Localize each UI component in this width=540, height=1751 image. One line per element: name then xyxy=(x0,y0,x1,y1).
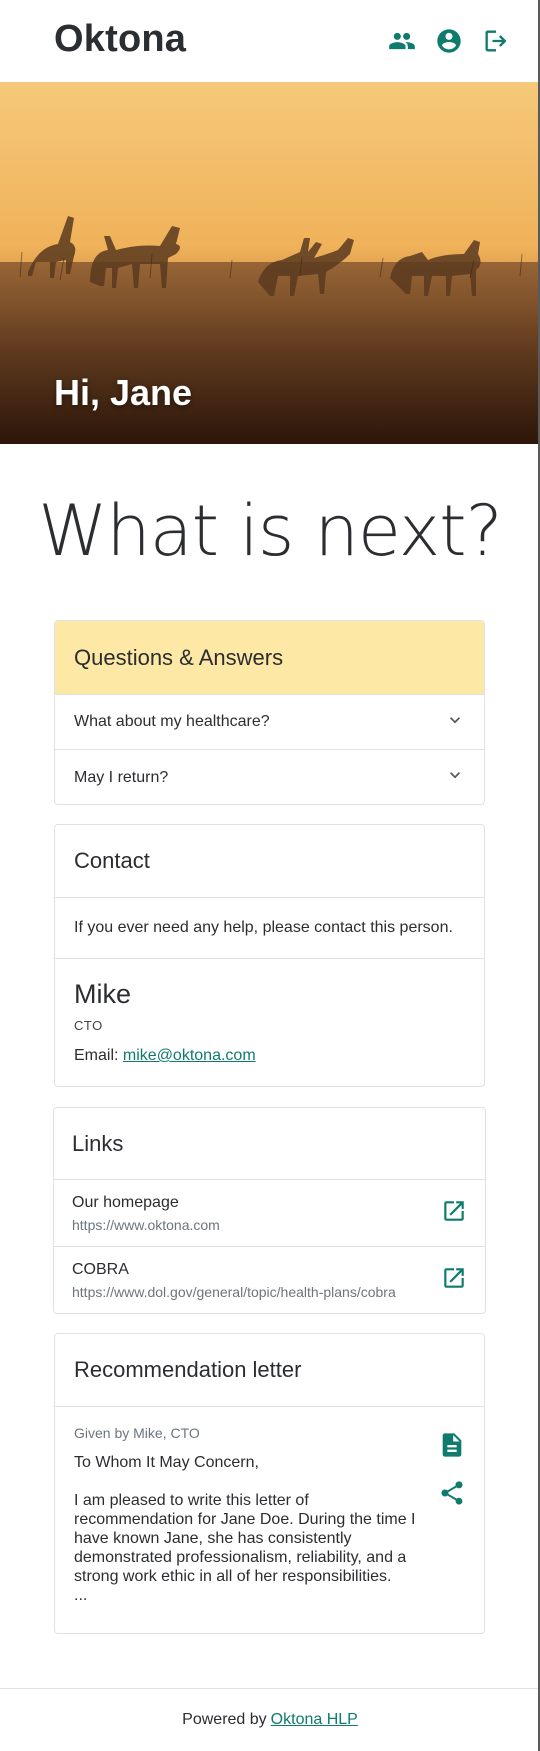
recommendation-card: Recommendation letter Given by Mike, CTO… xyxy=(54,1333,485,1634)
contact-role: CTO xyxy=(74,1018,103,1033)
qa-item[interactable]: What about my healthcare? xyxy=(55,695,484,750)
open-in-new-icon[interactable] xyxy=(441,1265,467,1296)
contact-intro: If you ever need any help, please contac… xyxy=(55,898,484,959)
greeting-text: Hi, Jane xyxy=(54,372,193,413)
email-label: Email: xyxy=(74,1047,119,1064)
contact-email-row: Email: mike@oktona.com xyxy=(74,1047,465,1065)
chevron-down-icon xyxy=(445,765,465,790)
account-circle-icon[interactable] xyxy=(433,24,465,58)
open-in-new-icon[interactable] xyxy=(441,1198,467,1229)
recommendation-text: To Whom It May Concern, I am pleased to … xyxy=(74,1454,416,1604)
logout-icon[interactable] xyxy=(480,24,512,58)
recommendation-card-title: Recommendation letter xyxy=(55,1334,484,1407)
links-card-title: Links xyxy=(54,1108,485,1180)
qa-question: What about my healthcare? xyxy=(74,713,270,730)
link-title: COBRA xyxy=(72,1261,129,1278)
hero-banner: Hi, Jane xyxy=(0,82,540,444)
qa-item[interactable]: May I return? xyxy=(55,750,484,804)
recommendation-author: Given by Mike, CTO xyxy=(74,1425,200,1441)
document-icon[interactable] xyxy=(438,1431,466,1459)
page-footer: Powered by Oktona HLP xyxy=(0,1688,540,1751)
app-header: Oktona xyxy=(0,0,540,82)
link-title: Our homepage xyxy=(72,1193,179,1211)
chevron-down-icon xyxy=(445,710,465,735)
contact-person: Mike CTO Email: mike@oktona.com xyxy=(55,959,484,1065)
link-item[interactable]: COBRA https://www.dol.gov/general/topic/… xyxy=(54,1247,485,1313)
contact-card: Contact If you ever need any help, pleas… xyxy=(54,824,485,1087)
footer-prefix: Powered by xyxy=(182,1711,267,1728)
qa-card-title: Questions & Answers xyxy=(55,621,484,695)
link-url: https://www.oktona.com xyxy=(72,1216,220,1233)
contact-name: Mike xyxy=(74,979,132,1009)
links-card: Links Our homepage https://www.oktona.co… xyxy=(53,1107,486,1314)
share-icon[interactable] xyxy=(438,1479,466,1507)
app-logo[interactable]: Oktona xyxy=(54,18,186,61)
qa-card: Questions & Answers What about my health… xyxy=(54,620,485,805)
recommendation-body: Given by Mike, CTO To Whom It May Concer… xyxy=(55,1407,484,1633)
contact-card-title: Contact xyxy=(55,825,484,898)
link-url: https://www.dol.gov/general/topic/health… xyxy=(72,1284,396,1300)
link-item[interactable]: Our homepage https://www.oktona.com xyxy=(54,1180,485,1247)
people-icon[interactable] xyxy=(386,24,418,58)
qa-question: May I return? xyxy=(74,768,169,786)
footer-link[interactable]: Oktona HLP xyxy=(271,1711,358,1729)
page-title: What is next? xyxy=(38,490,503,572)
email-link[interactable]: mike@oktona.com xyxy=(123,1047,256,1064)
